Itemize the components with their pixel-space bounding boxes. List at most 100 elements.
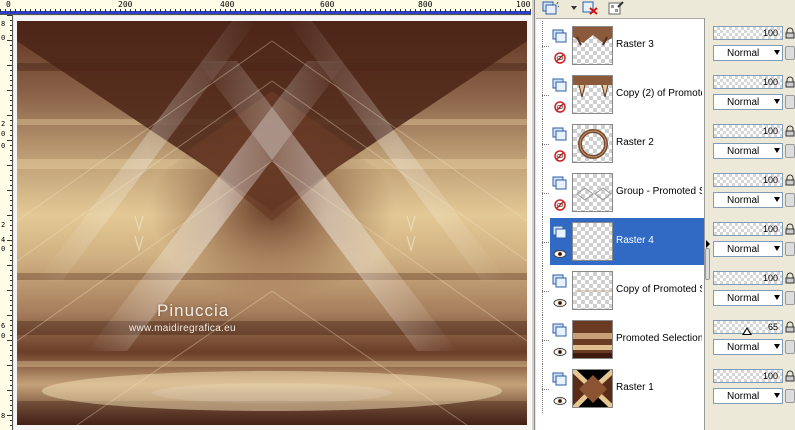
lock-transparency-icon[interactable] — [785, 370, 795, 382]
ruler-tick — [7, 415, 12, 416]
dropdown-arrow-icon[interactable] — [774, 344, 780, 349]
ruler-tick — [365, 9, 366, 12]
raster-layer-icon[interactable] — [552, 78, 568, 94]
ruler-tick — [10, 305, 12, 306]
ruler-label: 4 — [1, 236, 6, 244]
canvas-area[interactable]: Pinuccia www.maidiregrafica.eu — [14, 16, 531, 430]
dropdown-arrow-icon[interactable] — [774, 148, 780, 153]
blend-options-button[interactable] — [785, 242, 795, 256]
blend-options-button[interactable] — [785, 389, 795, 403]
layer-row[interactable]: Raster 2 — [536, 119, 704, 168]
blend-options-button[interactable] — [785, 291, 795, 305]
lock-transparency-icon[interactable] — [785, 272, 795, 284]
layer-thumbnail[interactable] — [572, 75, 613, 114]
opacity-slider-thumb[interactable] — [742, 327, 752, 335]
lock-transparency-icon[interactable] — [785, 321, 795, 333]
blend-options-button[interactable] — [785, 95, 795, 109]
layer-name[interactable]: Copy (2) of Promoted Selection — [616, 88, 702, 99]
layer-row[interactable]: Promoted Selection — [536, 315, 704, 364]
eye-hidden-icon[interactable] — [553, 101, 567, 113]
layer-properties-icon[interactable] — [606, 0, 626, 16]
layer-row[interactable]: Copy (2) of Promoted Selection — [536, 70, 704, 119]
raster-layer-icon[interactable] — [552, 274, 568, 290]
ruler-tick — [10, 25, 12, 26]
layer-thumbnail[interactable] — [572, 320, 613, 359]
layer-thumbnail[interactable] — [572, 369, 613, 408]
opacity-slider[interactable]: 65 — [713, 320, 783, 335]
raster-layer-icon[interactable] — [552, 29, 568, 45]
dropdown-arrow-icon[interactable] — [774, 197, 780, 202]
blend-mode-select[interactable]: Normal — [713, 192, 783, 208]
layer-name[interactable]: Raster 2 — [616, 137, 702, 148]
ruler-tick — [120, 9, 121, 12]
eye-hidden-icon[interactable] — [553, 199, 567, 211]
opacity-slider[interactable]: 100 — [713, 271, 783, 285]
ruler-tick — [10, 275, 12, 276]
layer-thumbnail[interactable] — [572, 222, 613, 261]
blend-options-button[interactable] — [785, 193, 795, 207]
layer-name[interactable]: Copy of Promoted Selection — [616, 284, 702, 295]
raster-layer-icon[interactable] — [552, 323, 568, 339]
layer-name[interactable]: Promoted Selection — [616, 333, 702, 344]
blend-mode-select[interactable]: Normal — [713, 143, 783, 159]
image-canvas[interactable]: Pinuccia www.maidiregrafica.eu — [17, 21, 527, 425]
delete-layer-icon[interactable] — [580, 0, 600, 16]
dropdown-arrow-icon[interactable] — [774, 99, 780, 104]
blend-options-button[interactable] — [785, 144, 795, 158]
layer-row[interactable]: Group - Promoted Selection — [536, 168, 704, 217]
dropdown-arrow-icon[interactable] — [774, 50, 780, 55]
new-layer-icon[interactable] — [540, 0, 560, 16]
layer-thumbnail[interactable] — [572, 124, 613, 163]
layer-row[interactable]: Copy of Promoted Selection — [536, 266, 704, 315]
opacity-slider[interactable]: 100 — [713, 173, 783, 187]
layer-name[interactable]: Raster 4 — [616, 235, 702, 246]
layer-name[interactable]: Raster 3 — [616, 39, 702, 50]
dropdown-arrow-icon[interactable] — [774, 393, 780, 398]
layer-thumbnail[interactable] — [572, 271, 613, 310]
eye-visible-icon[interactable] — [553, 395, 567, 407]
raster-layer-icon[interactable] — [552, 372, 568, 388]
opacity-slider[interactable]: 100 — [713, 369, 783, 383]
layer-thumbnail[interactable] — [572, 173, 613, 212]
dropdown-arrow-icon[interactable] — [774, 295, 780, 300]
blend-mode-select[interactable]: Normal — [713, 94, 783, 110]
layer-row[interactable]: Raster 1 — [536, 364, 704, 413]
eye-visible-icon[interactable] — [553, 248, 567, 260]
layer-row[interactable]: Raster 3 — [536, 21, 704, 70]
lock-transparency-icon[interactable] — [785, 223, 795, 235]
layer-thumbnail[interactable] — [572, 26, 613, 65]
eye-hidden-icon[interactable] — [553, 150, 567, 162]
lock-transparency-icon[interactable] — [785, 27, 795, 39]
ruler-tick — [140, 9, 141, 12]
lock-transparency-icon[interactable] — [785, 174, 795, 186]
opacity-slider[interactable]: 100 — [713, 26, 783, 40]
ruler-tick — [10, 85, 12, 86]
blend-options-button[interactable] — [785, 46, 795, 60]
layer-name[interactable]: Group - Promoted Selection — [616, 186, 702, 197]
eye-visible-icon[interactable] — [553, 297, 567, 309]
blend-mode-select[interactable]: Normal — [713, 241, 783, 257]
raster-layer-icon[interactable] — [552, 225, 568, 241]
ruler-tick — [7, 90, 12, 91]
blend-mode-select[interactable]: Normal — [713, 45, 783, 61]
eye-visible-icon[interactable] — [553, 346, 567, 358]
blend-options-button[interactable] — [785, 340, 795, 354]
dropdown-arrow-icon[interactable] — [774, 246, 780, 251]
lock-transparency-icon[interactable] — [785, 125, 795, 137]
panel-divider[interactable] — [531, 0, 535, 430]
eye-hidden-icon[interactable] — [553, 52, 567, 64]
raster-layer-icon[interactable] — [552, 127, 568, 143]
blend-mode-select[interactable]: Normal — [713, 388, 783, 404]
blend-mode-select[interactable]: Normal — [713, 290, 783, 306]
opacity-slider[interactable]: 100 — [713, 222, 783, 236]
opacity-slider[interactable]: 100 — [713, 75, 783, 89]
blend-mode-value: Normal — [727, 48, 760, 59]
layer-name[interactable]: Raster 1 — [616, 382, 702, 393]
opacity-slider[interactable]: 100 — [713, 124, 783, 138]
blend-mode-select[interactable]: Normal — [713, 339, 783, 355]
ruler-tick — [30, 9, 31, 12]
lock-transparency-icon[interactable] — [785, 76, 795, 88]
layer-props-row: 100 Normal — [710, 363, 795, 412]
layer-row[interactable]: Raster 4 — [536, 217, 704, 266]
raster-layer-icon[interactable] — [552, 176, 568, 192]
